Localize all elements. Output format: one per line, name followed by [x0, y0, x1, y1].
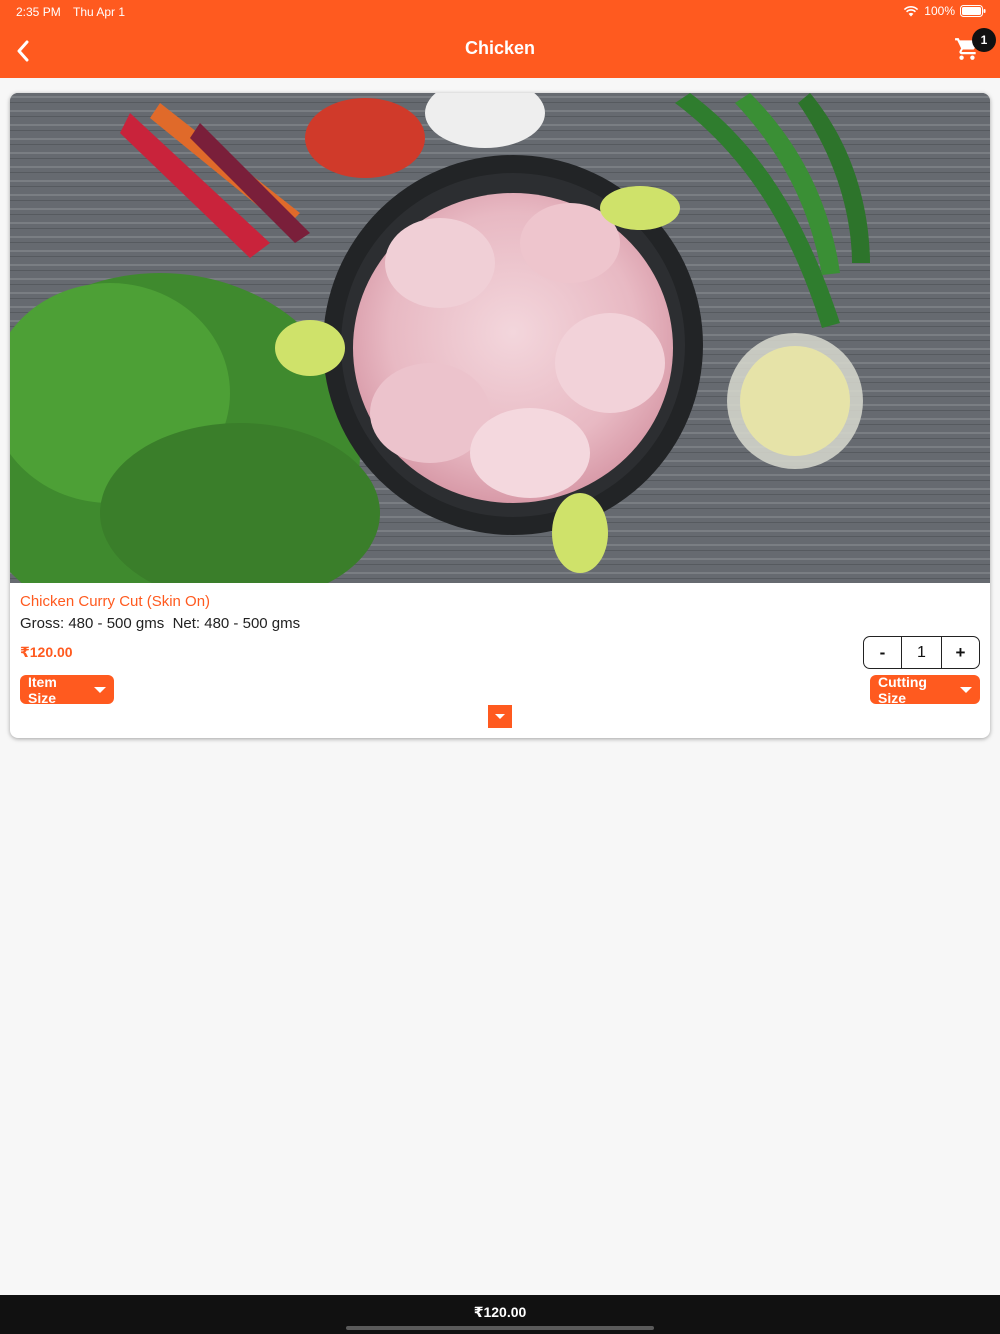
battery-icon [960, 5, 986, 17]
cart-total: ₹120.00 [473, 1304, 527, 1320]
product-price: ₹120.00 [20, 644, 73, 660]
product-image[interactable] [10, 93, 990, 583]
caret-down-icon [960, 686, 972, 693]
quantity-value[interactable]: 1 [901, 637, 942, 668]
item-size-dropdown[interactable]: Item Size [20, 673, 114, 706]
cutting-size-dropdown[interactable]: Cutting Size [870, 673, 980, 706]
status-indicators: 100% [903, 4, 986, 18]
expand-details-button[interactable] [488, 705, 512, 728]
status-date: Thu Apr 1 [73, 5, 126, 19]
battery-percent: 100% [924, 4, 955, 18]
caret-down-icon [495, 714, 505, 719]
caret-down-icon [94, 686, 106, 693]
quantity-stepper: - 1 + [863, 636, 980, 669]
cart-count-badge: 1 [972, 28, 996, 52]
cutting-size-label: Cutting Size [878, 673, 927, 706]
product-name: Chicken Curry Cut (Skin On) [20, 593, 211, 610]
item-size-label: Item Size [28, 673, 57, 706]
navigation-bar: 2:35 PM Thu Apr 1 100% Chicken 1 [0, 0, 1000, 78]
increase-quantity-button[interactable]: + [942, 637, 979, 668]
product-weight: Gross: 480 - 500 gms Net: 480 - 500 gms [20, 615, 301, 632]
status-time: 2:35 PM [16, 5, 61, 19]
wifi-icon [904, 6, 919, 17]
decrease-quantity-button[interactable]: - [864, 637, 901, 668]
product-card: Chicken Curry Cut (Skin On) Gross: 480 -… [10, 93, 990, 738]
page-title: Chicken [464, 38, 536, 58]
home-indicator[interactable] [346, 1326, 654, 1330]
